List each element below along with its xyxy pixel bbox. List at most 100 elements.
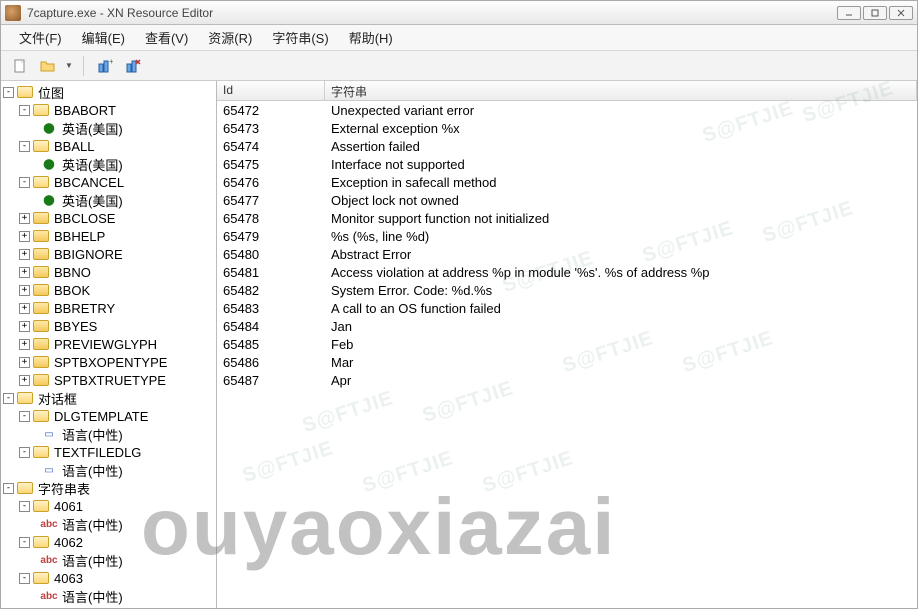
tree-node-bbhelp[interactable]: +BBHELP <box>1 227 216 245</box>
column-header-id[interactable]: Id <box>217 81 325 100</box>
table-row[interactable]: 65476Exception in safecall method <box>217 173 917 191</box>
content-area: - 位图 -BBABORT ⬤英语(美国) -BBALL ⬤英语(美国) - BB… <box>1 81 917 608</box>
table-row[interactable]: 65485Feb <box>217 335 917 353</box>
table-row[interactable]: 65487Apr <box>217 371 917 389</box>
tree-node-lang[interactable]: ⬤英语(美国) <box>1 119 216 137</box>
table-row[interactable]: 65474Assertion failed <box>217 137 917 155</box>
table-row[interactable]: 65483A call to an OS function failed <box>217 299 917 317</box>
app-icon <box>5 5 21 21</box>
expand-icon[interactable]: + <box>19 249 30 260</box>
string-lang-icon: abc <box>41 589 57 603</box>
delete-resource-button[interactable] <box>122 55 144 77</box>
tree-node-stringtable[interactable]: - 字符串表 <box>1 479 216 497</box>
expand-icon[interactable]: + <box>19 375 30 386</box>
tree-node-lang[interactable]: ⬤英语(美国) <box>1 155 216 173</box>
tree-node-sptbxtruetype[interactable]: + SPTBXTRUETYPE <box>1 371 216 389</box>
tree-node-dialog[interactable]: - 对话框 <box>1 389 216 407</box>
tree-node-previewglyph[interactable]: +PREVIEWGLYPH <box>1 335 216 353</box>
tree-node-bbno[interactable]: +BBNO <box>1 263 216 281</box>
open-file-button[interactable] <box>37 55 59 77</box>
collapse-icon[interactable]: - <box>3 483 14 494</box>
tree-label: SPTBXTRUETYPE <box>52 373 168 388</box>
maximize-button[interactable] <box>863 6 887 20</box>
expand-icon[interactable]: + <box>19 339 30 350</box>
tree-node-bitmap[interactable]: - 位图 <box>1 83 216 101</box>
tree-node-bball[interactable]: -BBALL <box>1 137 216 155</box>
expand-icon[interactable]: + <box>19 321 30 332</box>
collapse-icon[interactable]: - <box>3 393 14 404</box>
tree-node-textfiledlg[interactable]: -TEXTFILEDLG <box>1 443 216 461</box>
collapse-icon[interactable]: - <box>19 177 30 188</box>
table-row[interactable]: 65486Mar <box>217 353 917 371</box>
table-row[interactable]: 65480Abstract Error <box>217 245 917 263</box>
collapse-icon[interactable]: - <box>19 573 30 584</box>
collapse-icon[interactable]: - <box>19 411 30 422</box>
folder-icon <box>33 320 49 332</box>
tree-node-4063[interactable]: - 4063 <box>1 569 216 587</box>
titlebar: 7capture.exe - XN Resource Editor <box>1 1 917 25</box>
table-row[interactable]: 65481Access violation at address %p in m… <box>217 263 917 281</box>
table-row[interactable]: 65482System Error. Code: %d.%s <box>217 281 917 299</box>
minimize-button[interactable] <box>837 6 861 20</box>
cell-string: Interface not supported <box>325 157 917 172</box>
column-header-string[interactable]: 字符串 <box>325 81 917 100</box>
tree-node-4061[interactable]: -4061 <box>1 497 216 515</box>
expand-icon[interactable]: + <box>19 303 30 314</box>
table-row[interactable]: 65478Monitor support function not initia… <box>217 209 917 227</box>
tree-node-4062[interactable]: -4062 <box>1 533 216 551</box>
cell-string: Mar <box>325 355 917 370</box>
tree-node-lang[interactable]: abc语言(中性) <box>1 587 216 605</box>
cell-id: 65476 <box>217 175 325 190</box>
tree-label: BBIGNORE <box>52 247 125 262</box>
collapse-icon[interactable]: - <box>3 87 14 98</box>
collapse-icon[interactable]: - <box>19 537 30 548</box>
table-row[interactable]: 65479%s (%s, line %d) <box>217 227 917 245</box>
close-button[interactable] <box>889 6 913 20</box>
table-row[interactable]: 65475Interface not supported <box>217 155 917 173</box>
table-row[interactable]: 65473External exception %x <box>217 119 917 137</box>
tree-node-bbabort[interactable]: -BBABORT <box>1 101 216 119</box>
expand-icon[interactable]: + <box>19 267 30 278</box>
collapse-icon[interactable]: - <box>19 501 30 512</box>
folder-open-icon <box>33 104 49 116</box>
table-row[interactable]: 65484Jan <box>217 317 917 335</box>
string-list-panel[interactable]: Id 字符串 65472Unexpected variant error6547… <box>217 81 917 608</box>
tree-node-lang[interactable]: abc语言(中性) <box>1 551 216 569</box>
resource-tree-panel[interactable]: - 位图 -BBABORT ⬤英语(美国) -BBALL ⬤英语(美国) - BB… <box>1 81 217 608</box>
collapse-icon[interactable]: - <box>19 141 30 152</box>
menu-help[interactable]: 帮助(H) <box>341 26 401 49</box>
tree-node-bbignore[interactable]: + BBIGNORE <box>1 245 216 263</box>
table-row[interactable]: 65477Object lock not owned <box>217 191 917 209</box>
expand-icon[interactable]: + <box>19 213 30 224</box>
tree-label: BBCANCEL <box>52 175 126 190</box>
tree-node-lang[interactable]: abc语言(中性) <box>1 515 216 533</box>
table-row[interactable]: 65472Unexpected variant error <box>217 101 917 119</box>
menu-edit[interactable]: 编辑(E) <box>74 26 133 49</box>
folder-icon <box>33 212 49 224</box>
expand-icon[interactable]: + <box>19 285 30 296</box>
add-resource-button[interactable]: + <box>94 55 116 77</box>
tree-node-lang[interactable]: ▭语言(中性) <box>1 461 216 479</box>
tree-node-sptbxopentype[interactable]: +SPTBXOPENTYPE <box>1 353 216 371</box>
menu-file[interactable]: 文件(F) <box>11 26 70 49</box>
tree-node-bbretry[interactable]: +BBRETRY <box>1 299 216 317</box>
new-file-button[interactable] <box>9 55 31 77</box>
open-dropdown[interactable]: ▼ <box>65 61 73 70</box>
menu-resource[interactable]: 资源(R) <box>200 26 260 49</box>
collapse-icon[interactable]: - <box>19 105 30 116</box>
expand-icon[interactable]: + <box>19 357 30 368</box>
tree-node-dlgtemplate[interactable]: -DLGTEMPLATE <box>1 407 216 425</box>
tree-node-bbclose[interactable]: +BBCLOSE <box>1 209 216 227</box>
menu-string[interactable]: 字符串(S) <box>264 26 336 49</box>
tree-node-lang[interactable]: ▭语言(中性) <box>1 425 216 443</box>
tree-label: 4063 <box>52 571 85 586</box>
tree-node-bbok[interactable]: +BBOK <box>1 281 216 299</box>
collapse-icon[interactable]: - <box>19 447 30 458</box>
expand-icon[interactable]: + <box>19 231 30 242</box>
cell-string: System Error. Code: %d.%s <box>325 283 917 298</box>
menu-view[interactable]: 查看(V) <box>137 26 196 49</box>
cell-id: 65483 <box>217 301 325 316</box>
tree-node-bbcancel[interactable]: - BBCANCEL <box>1 173 216 191</box>
tree-node-bbyes[interactable]: +BBYES <box>1 317 216 335</box>
tree-node-lang[interactable]: ⬤英语(美国) <box>1 191 216 209</box>
